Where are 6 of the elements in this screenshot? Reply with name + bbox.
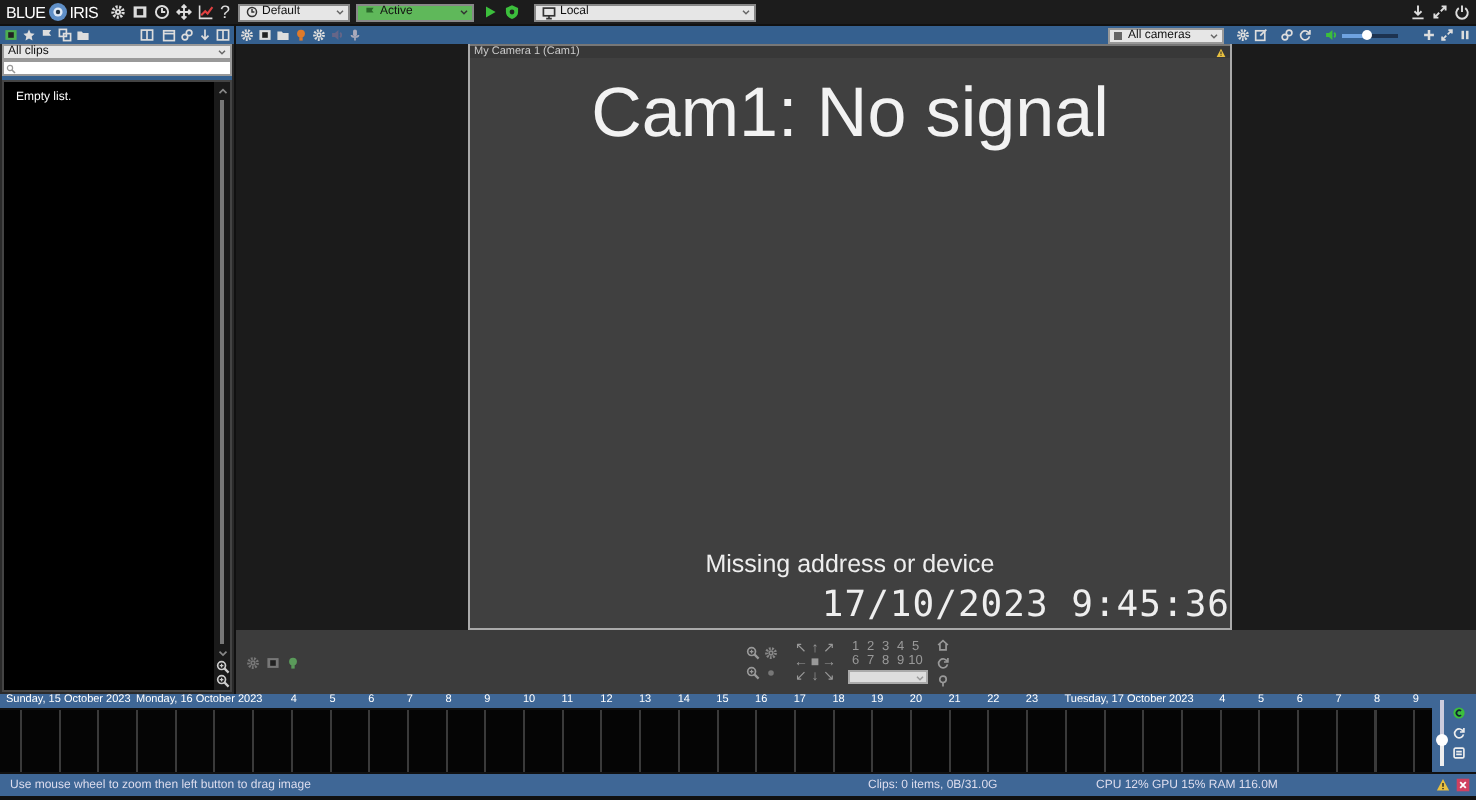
status-message: Missing address or device: [703, 550, 997, 578]
logo-text: BLUE: [6, 3, 46, 21]
no-signal-message: Cam1: No signal: [589, 74, 1111, 154]
timestamp: 17/10/2023 9:45:36: [819, 584, 1230, 626]
help-button[interactable]: ?: [220, 3, 231, 21]
logo-text: IRIS: [69, 3, 99, 21]
